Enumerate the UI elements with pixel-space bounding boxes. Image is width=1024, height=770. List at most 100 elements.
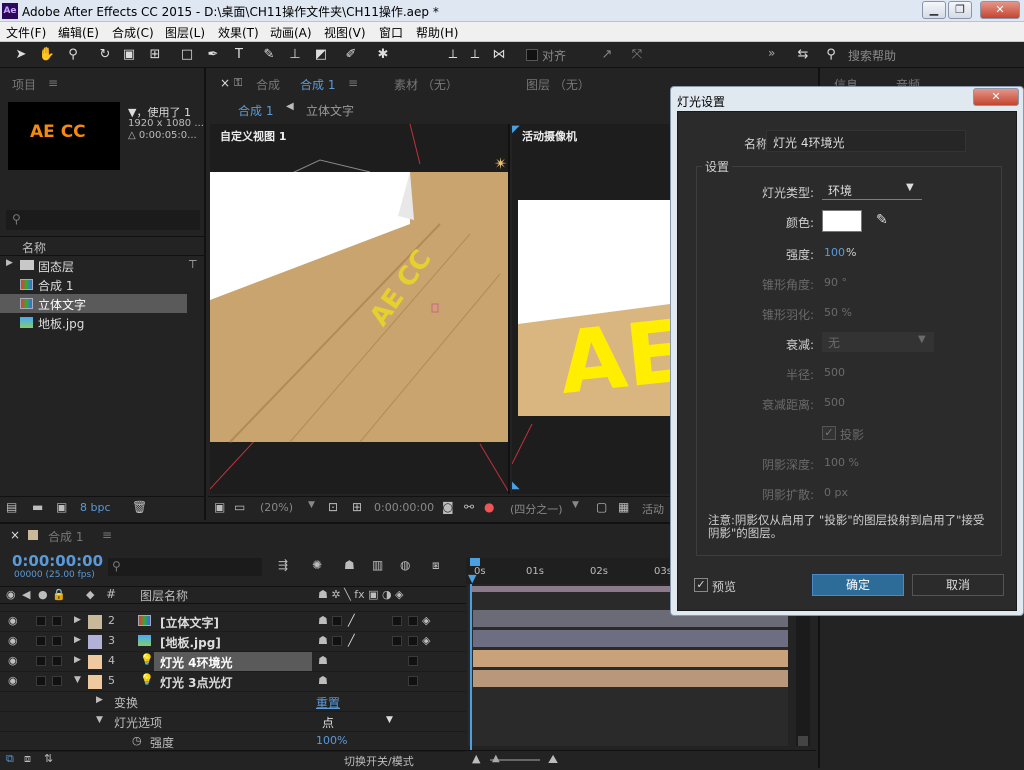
layer-bar-5[interactable] xyxy=(473,670,788,687)
label-color-swatch[interactable] xyxy=(88,655,102,669)
transform-property-row[interactable]: ▶ 变换 重置 xyxy=(0,692,466,712)
ok-button[interactable]: 确定 xyxy=(812,574,904,596)
time-ruler[interactable]: 0s 01s 02s 03s ▼ xyxy=(466,558,676,585)
zoom-tool-icon[interactable]: ⚲ xyxy=(64,46,82,64)
viewer-tab-menu[interactable]: ≡ xyxy=(348,76,358,90)
lock-icon[interactable]: ⚿ xyxy=(234,76,242,90)
keyframe-marker-icon[interactable]: I xyxy=(470,712,473,723)
video-toggle-icon[interactable]: ◉ xyxy=(6,588,16,601)
intensity-property-row[interactable]: ◷ 强度 100% xyxy=(0,732,466,752)
transparency-grid-icon[interactable]: ▦ xyxy=(618,500,629,514)
zoom-out-icon[interactable]: ▲ xyxy=(472,752,480,765)
toggle-switches-modes-button[interactable]: 切换开关/模式 xyxy=(344,753,414,769)
menu-animation[interactable]: 动画(A) xyxy=(270,24,312,41)
expand-arrow-icon[interactable]: ▶ xyxy=(96,695,103,705)
layer-row-4[interactable]: ◉ ▶ 4 💡 灯光 4环境光 ☗ xyxy=(0,652,466,672)
show-snapshot-icon[interactable]: ⚯ xyxy=(464,500,474,514)
menu-edit[interactable]: 编辑(E) xyxy=(58,24,99,41)
layer-name-column-header[interactable]: 图层名称 xyxy=(140,587,188,604)
collapse-arrow-icon[interactable]: ▼ xyxy=(74,675,81,685)
layer-name[interactable]: [地板.jpg] xyxy=(160,634,221,651)
viewer-comp-tab[interactable]: 合成 1 xyxy=(300,76,335,93)
preview-checkbox[interactable]: ✓ xyxy=(694,578,708,592)
light-name-input[interactable]: 灯光 4环境光 xyxy=(766,130,966,152)
interpret-footage-icon[interactable]: ▤ xyxy=(6,500,17,514)
comp-flowchart-icon[interactable]: ⇶ xyxy=(278,558,288,572)
solo-toggle-icon[interactable]: ● xyxy=(38,588,48,601)
eyedropper-icon[interactable]: ✎ xyxy=(876,212,888,228)
layer-row-partial[interactable] xyxy=(0,604,466,612)
project-item-3d-text[interactable]: 立体文字 xyxy=(0,294,187,313)
layer-name[interactable]: 灯光 4环境光 xyxy=(160,654,233,671)
layer-row-5[interactable]: ◉ ▼ 5 💡 灯光 3点光灯 ☗ xyxy=(0,672,466,692)
shy-switch-icon[interactable]: ☗ xyxy=(318,674,328,687)
visibility-eye-icon[interactable]: ◉ xyxy=(8,654,18,667)
visibility-eye-icon[interactable]: ◉ xyxy=(8,674,18,687)
grid-icon[interactable]: ⊞ xyxy=(352,500,362,514)
menu-effect[interactable]: 效果(T) xyxy=(218,24,259,41)
close-tab-icon[interactable]: × xyxy=(220,76,230,90)
eraser-tool-icon[interactable]: ◩ xyxy=(312,46,330,64)
dialog-close-button[interactable]: ✕ xyxy=(973,88,1019,106)
brush-tool-icon[interactable]: ✎ xyxy=(260,46,278,64)
maximize-button[interactable]: ❐ xyxy=(948,1,972,19)
zoom-dropdown[interactable]: (20%) xyxy=(260,501,293,514)
minimize-button[interactable]: ▁ xyxy=(922,1,946,19)
expand-arrow-icon[interactable]: ▶ xyxy=(74,635,81,645)
resolution-dropdown[interactable]: (四分之一) xyxy=(510,501,563,517)
menu-view[interactable]: 视图(V) xyxy=(324,24,366,41)
intensity-value[interactable]: 100 xyxy=(824,246,845,259)
shy-switch-icon[interactable]: ☗ xyxy=(318,614,328,627)
dropdown-arrow-icon[interactable]: ▼ xyxy=(386,715,393,725)
menu-help[interactable]: 帮助(H) xyxy=(416,24,458,41)
collapse-arrow-icon[interactable]: ▼ xyxy=(96,715,103,725)
number-column-header[interactable]: # xyxy=(106,587,116,601)
zoom-in-icon[interactable]: ⛰ xyxy=(548,752,558,767)
shy-switch-icon[interactable]: ☗ xyxy=(318,654,328,667)
label-column-icon[interactable]: ◆ xyxy=(86,588,94,601)
intensity-value[interactable]: 100% xyxy=(316,734,347,747)
reset-link[interactable]: 重置 xyxy=(316,694,340,711)
active-camera-view[interactable]: ◤ 活动摄像机 AE ◣ xyxy=(512,124,670,494)
motion-blur-icon[interactable]: ◍ xyxy=(400,558,410,572)
project-tab[interactable]: 项目 xyxy=(12,76,36,93)
new-comp-icon[interactable]: ▣ xyxy=(56,500,67,514)
menu-layer[interactable]: 图层(L) xyxy=(165,24,205,41)
snap-checkbox[interactable] xyxy=(526,49,538,61)
snapshot-icon[interactable]: ◙ xyxy=(442,500,454,514)
layer-row-3[interactable]: ◉ ▶ 3 [地板.jpg] ☗ ╱ ◈ xyxy=(0,632,466,652)
bit-depth-button[interactable]: 8 bpc xyxy=(80,501,111,514)
roto-brush-tool-icon[interactable]: ✐ xyxy=(342,46,360,64)
label-color-swatch[interactable] xyxy=(88,635,102,649)
layer-bar-4[interactable] xyxy=(473,650,788,667)
selection-tool-icon[interactable]: ➤ xyxy=(12,46,30,64)
layer-row-2[interactable]: ◉ ▶ 2 [立体文字] ☗ ╱ ◈ xyxy=(0,612,466,632)
search-help-input[interactable]: 搜索帮助 xyxy=(848,47,896,64)
region-icon[interactable]: ⊡ xyxy=(328,500,338,514)
custom-view-1[interactable]: AE CC 自定义视图 1 ✴ xyxy=(210,124,510,494)
world-axis-icon[interactable]: ⟂ xyxy=(466,46,484,64)
cancel-button[interactable]: 取消 xyxy=(912,574,1004,596)
breadcrumb-comp1[interactable]: 合成 1 xyxy=(238,102,273,119)
channel-icon[interactable]: ● xyxy=(484,500,494,514)
clone-stamp-tool-icon[interactable]: ⊥ xyxy=(286,46,304,64)
3d-layer-icon[interactable]: ◈ xyxy=(422,634,430,647)
timeline-comp-tab[interactable]: 合成 1 xyxy=(48,528,83,545)
layer-viewer-tab[interactable]: 图层 （无） xyxy=(526,76,590,93)
light-type-dropdown[interactable]: 环境 ▼ xyxy=(822,180,922,200)
current-time-display[interactable]: 0:00:00:00 xyxy=(12,552,103,570)
close-window-button[interactable]: ✕ xyxy=(980,1,1020,19)
shy-layers-icon[interactable]: ☗ xyxy=(344,558,355,572)
camera-tool-icon[interactable]: ▣ xyxy=(120,46,138,64)
name-column-header[interactable]: 名称 xyxy=(22,239,46,256)
light-gizmo-icon[interactable]: ✴ xyxy=(494,154,507,173)
resolution-arrow-icon[interactable]: ▼ xyxy=(572,500,579,510)
3d-layer-icon[interactable]: ◈ xyxy=(422,614,430,627)
draft-3d-icon[interactable]: ✺ xyxy=(312,558,322,572)
quality-switch-icon[interactable]: ╱ xyxy=(348,634,355,647)
timeline-search-input[interactable]: ⚲ xyxy=(108,558,262,576)
frame-blending-icon[interactable]: ▥ xyxy=(372,558,383,572)
menu-window[interactable]: 窗口 xyxy=(379,24,403,41)
type-tool-icon[interactable]: T xyxy=(230,46,248,64)
shy-switch-icon[interactable]: ☗ xyxy=(318,634,328,647)
